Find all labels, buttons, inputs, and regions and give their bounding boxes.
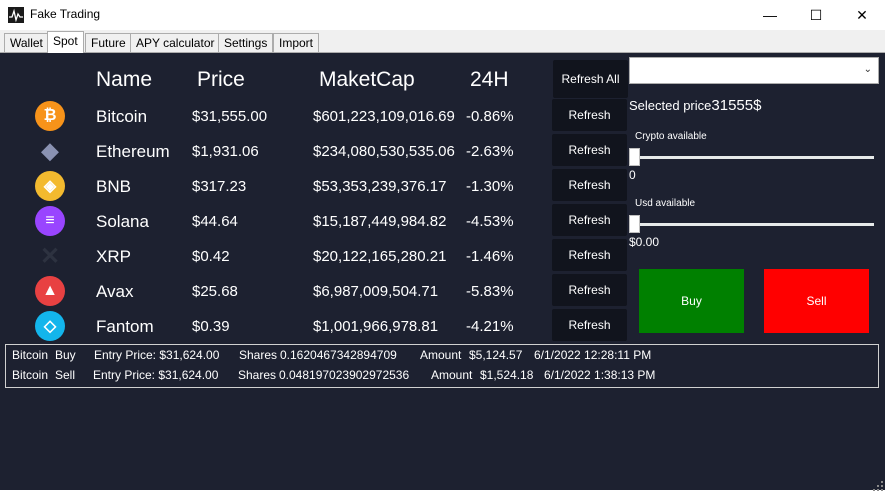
order-coin: Bitcoin <box>12 348 49 362</box>
crypto-available-value: 0 <box>629 168 636 182</box>
order-amount: $1,524.18 <box>480 368 534 382</box>
header-name: Name <box>96 68 153 91</box>
header-24h: 24H <box>470 68 509 91</box>
order-side: Buy <box>55 348 76 362</box>
maximize-icon: ☐ <box>809 6 823 23</box>
refresh-button[interactable]: Refresh <box>552 239 627 271</box>
refresh-button[interactable]: Refresh <box>552 134 627 166</box>
tab-import[interactable]: Import <box>273 33 320 52</box>
sell-button[interactable]: Sell <box>764 269 869 333</box>
coin-price: $0.39 <box>192 318 230 335</box>
coin-name: Ethereum <box>96 142 170 161</box>
coin-price: $0.42 <box>192 248 230 265</box>
xrp-icon: ✕ <box>39 242 61 270</box>
close-button[interactable]: ✕ <box>839 0 885 30</box>
bnb-icon: ◈ <box>35 171 65 201</box>
header-marketcap: MaketCap <box>319 68 415 91</box>
coin-name: Avax <box>96 282 134 301</box>
order-row[interactable]: Bitcoin Buy Entry Price: $31,624.00 Shar… <box>6 345 878 365</box>
usd-available-value: $0.00 <box>629 235 660 249</box>
coin-marketcap: $234,080,530,535.06 <box>313 143 455 160</box>
coin-marketcap: $1,001,966,978.81 <box>313 318 439 335</box>
order-shares: 0.048197023902972536 <box>279 368 410 382</box>
coin-name: Fantom <box>96 317 154 336</box>
tab-settings[interactable]: Settings <box>218 33 274 52</box>
coin-marketcap: $601,223,109,016.69 <box>313 108 455 125</box>
coin-price: $25.68 <box>192 283 238 300</box>
coin-price: $31,555.00 <box>192 108 268 125</box>
coin-marketcap: $6,987,009,504.71 <box>313 283 439 300</box>
refresh-button[interactable]: Refresh <box>552 309 627 341</box>
selected-price: Selected price31555$ <box>629 97 761 114</box>
usd-slider-track <box>630 223 874 226</box>
order-entry-price: Entry Price: $31,624.00 <box>94 348 220 362</box>
refresh-button[interactable]: Refresh <box>552 274 627 306</box>
selected-price-label: Selected price <box>629 98 712 113</box>
coin-price: $44.64 <box>192 213 238 230</box>
refresh-button[interactable]: Refresh <box>552 204 627 236</box>
order-history-list: Bitcoin Buy Entry Price: $31,624.00 Shar… <box>5 344 879 388</box>
order-entry-price: Entry Price: $31,624.00 <box>93 368 219 382</box>
selected-price-value: 31555$ <box>711 97 762 114</box>
app-chart-icon <box>8 7 24 23</box>
minimize-icon: — <box>763 7 777 23</box>
tab-future[interactable]: Future <box>85 33 132 52</box>
header-price: Price <box>197 68 245 91</box>
order-time: 6/1/2022 1:38:13 PM <box>544 368 656 382</box>
coin-name: XRP <box>96 247 131 266</box>
crypto-slider-thumb[interactable] <box>629 148 640 166</box>
coin-marketcap: $15,187,449,984.82 <box>313 213 447 230</box>
order-coin: Bitcoin <box>12 368 49 382</box>
coin-marketcap: $53,353,239,376.17 <box>313 178 447 195</box>
fantom-icon: ◇ <box>35 311 65 341</box>
coin-24h-change: -2.63% <box>466 143 514 160</box>
maximize-button[interactable]: ☐ <box>793 0 839 30</box>
coin-name: BNB <box>96 177 131 196</box>
tab-wallet[interactable]: Wallet <box>4 33 49 52</box>
usd-available-label: Usd available <box>635 198 696 209</box>
window-title: Fake Trading <box>30 7 101 21</box>
resize-grip-icon[interactable] <box>873 478 883 491</box>
order-amount-label: Amount <box>420 348 462 362</box>
order-shares-label: Shares <box>238 368 277 382</box>
refresh-button[interactable]: Refresh <box>552 169 627 201</box>
ethereum-icon: ◆ <box>41 138 59 163</box>
coin-marketcap: $20,122,165,280.21 <box>313 248 447 265</box>
order-side: Sell <box>55 368 76 382</box>
coin-24h-change: -1.30% <box>466 178 514 195</box>
crypto-slider-track <box>630 156 874 159</box>
coin-price: $1,931.06 <box>192 143 259 160</box>
coin-24h-change: -1.46% <box>466 248 514 265</box>
order-shares: 0.1620467342894709 <box>280 348 397 362</box>
tab-apy-calculator[interactable]: APY calculator <box>130 33 221 52</box>
spot-panel: Name Price MaketCap 24H Refresh All ₿ Bit… <box>0 52 885 491</box>
refresh-all-button[interactable]: Refresh All <box>553 60 628 98</box>
coin-price: $317.23 <box>192 178 247 195</box>
order-row[interactable]: Bitcoin Sell Entry Price: $31,624.00 Sha… <box>6 365 878 385</box>
coin-name: Solana <box>96 212 149 231</box>
bitcoin-icon: ₿ <box>35 101 65 131</box>
coin-24h-change: -0.86% <box>466 108 514 125</box>
buy-button[interactable]: Buy <box>639 269 744 333</box>
title-bar: Fake Trading — ☐ ✕ <box>0 0 885 30</box>
order-amount-label: Amount <box>431 368 473 382</box>
minimize-button[interactable]: — <box>747 0 793 30</box>
coin-select-dropdown[interactable]: ⌄ <box>629 57 879 84</box>
usd-slider-thumb[interactable] <box>629 215 640 233</box>
coin-24h-change: -4.53% <box>466 213 514 230</box>
coin-24h-change: -4.21% <box>466 318 514 335</box>
refresh-button[interactable]: Refresh <box>552 99 627 131</box>
coin-name: Bitcoin <box>96 107 148 126</box>
avax-icon: ▲ <box>35 276 65 306</box>
chevron-down-icon: ⌄ <box>863 64 872 75</box>
solana-icon: ≡ <box>35 206 65 236</box>
tab-bar: Wallet Spot Future APY calculator Settin… <box>0 30 885 53</box>
tab-spot[interactable]: Spot <box>47 31 84 53</box>
order-time: 6/1/2022 12:28:11 PM <box>534 348 652 362</box>
coin-24h-change: -5.83% <box>466 283 514 300</box>
close-icon: ✕ <box>856 6 868 23</box>
crypto-available-label: Crypto available <box>635 131 707 142</box>
order-amount: $5,124.57 <box>469 348 523 362</box>
order-shares-label: Shares <box>239 348 278 362</box>
